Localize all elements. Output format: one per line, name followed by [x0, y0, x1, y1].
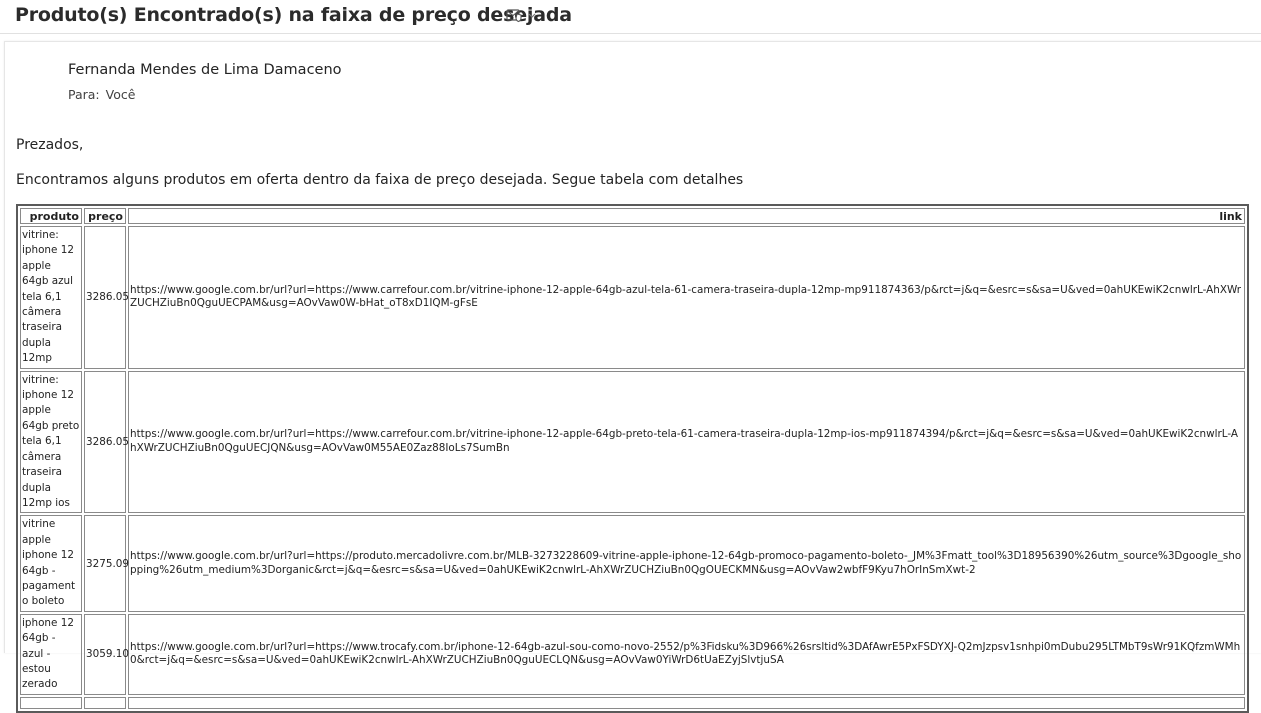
table-header-row: produto preço link: [20, 208, 1245, 224]
header-preco: preço: [84, 208, 126, 224]
results-table: produto preço link vitrine: iphone 12 ap…: [16, 204, 1249, 713]
link-cell: https://www.google.com.br/url?url=https:…: [128, 613, 1245, 695]
product-link[interactable]: https://www.google.com.br/url?url=https:…: [130, 641, 1240, 667]
product-cell: vitrine: iphone 12 apple 64gb azul tela …: [20, 226, 82, 369]
product-link[interactable]: https://www.google.com.br/url?url=https:…: [130, 428, 1238, 454]
price-cell: 3286.05: [84, 370, 129, 514]
sender-name[interactable]: Fernanda Mendes de Lima Damaceno: [68, 62, 342, 78]
recipient-line: Para: Você: [68, 87, 135, 102]
price-cell-empty: [84, 696, 126, 709]
product-cell: vitrine: iphone 12 apple 64gb preto tela…: [20, 370, 82, 514]
table-row-partial: [20, 696, 1245, 709]
chevron-down-icon[interactable]: [527, 10, 537, 20]
price-cell: 3059.10: [84, 613, 129, 695]
to-label: Para:: [68, 87, 100, 102]
product-cell: iphone 12 64gb - azul - estou zerado: [20, 613, 82, 695]
price-cell: 3286.05: [84, 226, 129, 369]
table-row: iphone 12 64gb - azul - estou zerado 305…: [20, 613, 1245, 695]
table-row: vitrine: iphone 12 apple 64gb azul tela …: [20, 226, 1245, 369]
product-cell-empty: [20, 696, 82, 709]
greeting-text: Prezados,: [16, 137, 84, 153]
link-cell: https://www.google.com.br/url?url=https:…: [128, 226, 1245, 369]
table-row: vitrine: iphone 12 apple 64gb preto tela…: [20, 370, 1245, 514]
link-cell: https://www.google.com.br/url?url=https:…: [128, 515, 1245, 612]
table-row: vitrine apple iphone 12 64gb - pagamento…: [20, 515, 1245, 612]
subject-bar: Produto(s) Encontrado(s) na faixa de pre…: [0, 0, 1261, 34]
intro-text: Encontramos alguns produtos em oferta de…: [16, 172, 744, 188]
link-cell-empty: [128, 696, 1245, 709]
subject-actions: [505, 6, 537, 24]
to-value[interactable]: Você: [106, 87, 136, 102]
product-cell: vitrine apple iphone 12 64gb - pagamento…: [20, 515, 82, 612]
link-cell: https://www.google.com.br/url?url=https:…: [128, 370, 1245, 514]
header-link: link: [128, 208, 1245, 224]
price-cell: 3275.09: [84, 515, 129, 612]
header-produto: produto: [20, 208, 82, 224]
product-link[interactable]: https://www.google.com.br/url?url=https:…: [130, 284, 1241, 310]
product-link[interactable]: https://www.google.com.br/url?url=https:…: [130, 550, 1241, 576]
email-subject: Produto(s) Encontrado(s) na faixa de pre…: [15, 4, 572, 26]
envelope-shield-icon[interactable]: [505, 6, 523, 24]
